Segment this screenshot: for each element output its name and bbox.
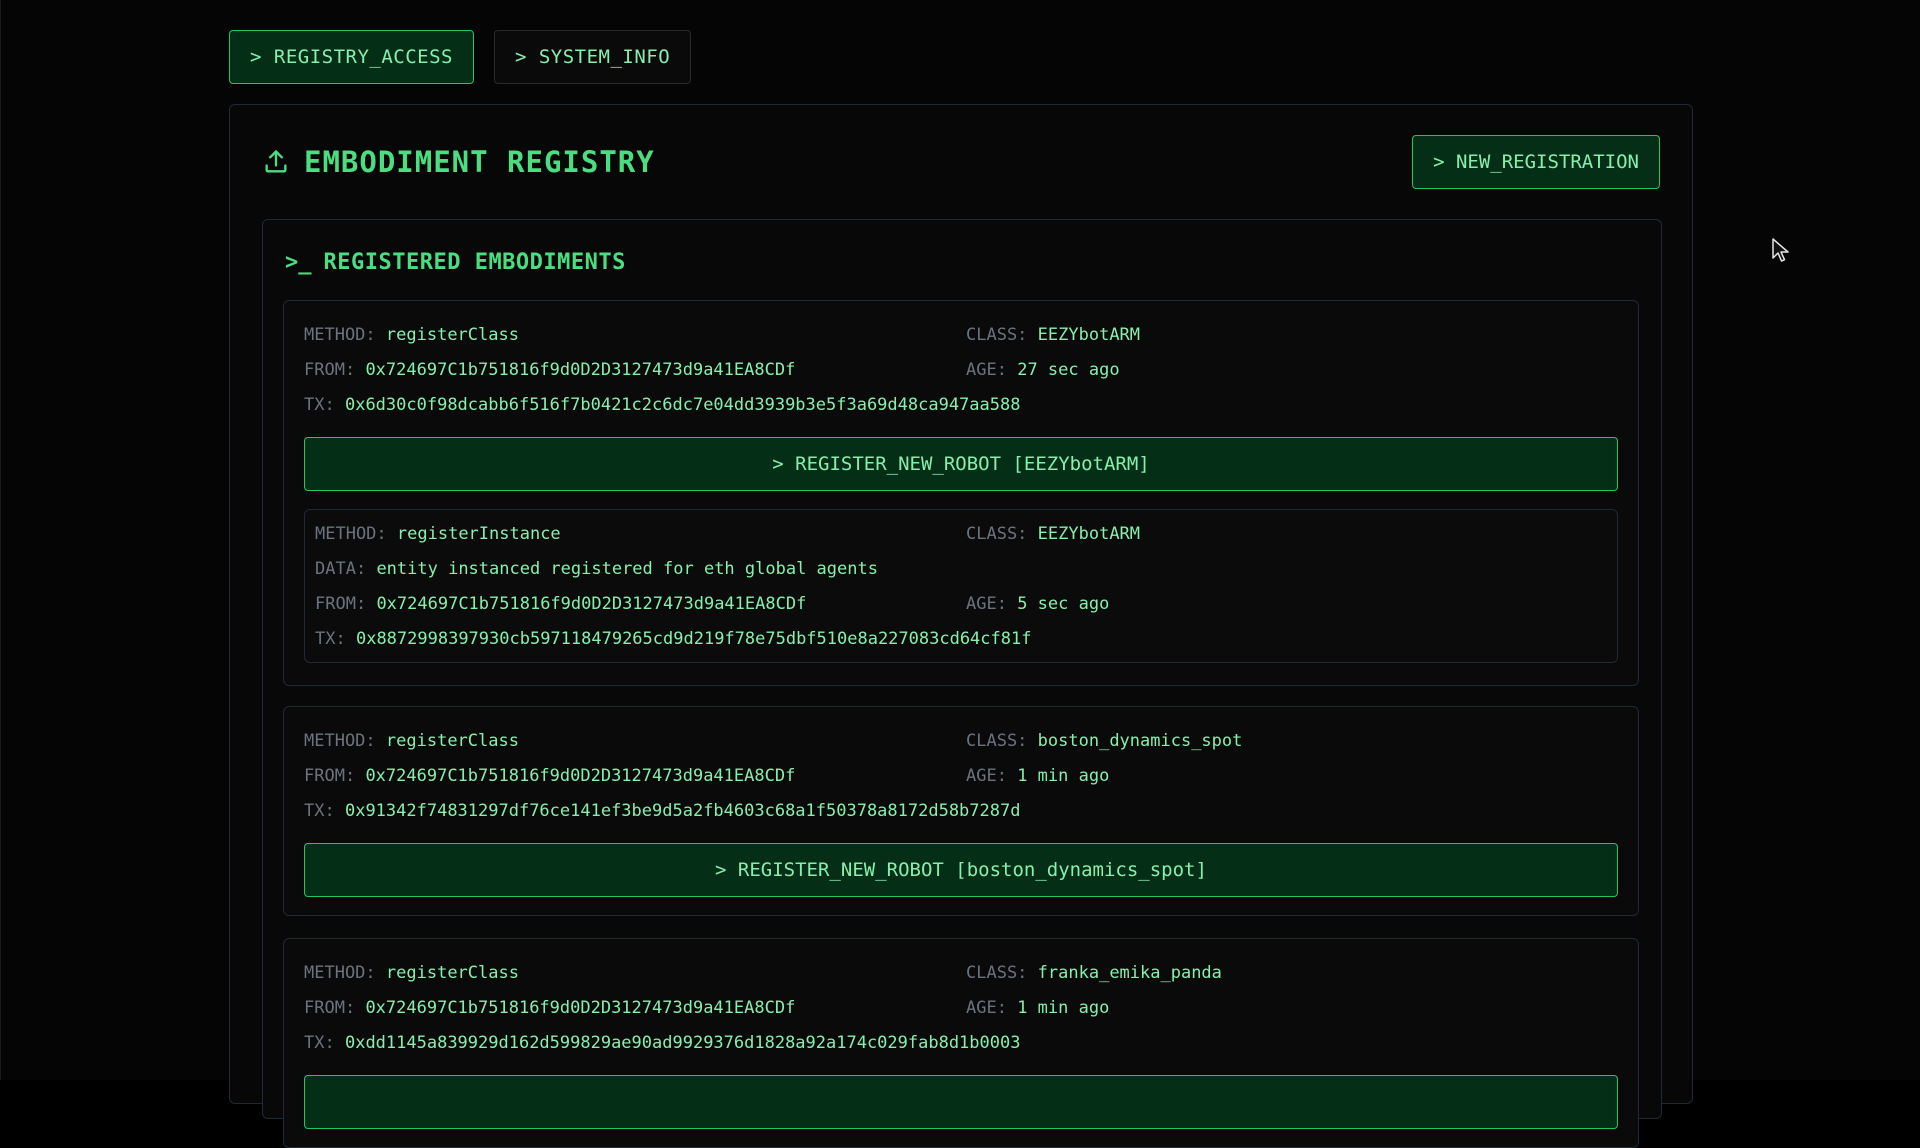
method-value: registerClass [385,325,519,345]
panel-header: EMBODIMENT REGISTRY > NEW_REGISTRATION [262,135,1660,189]
method-label: METHOD: [304,325,376,345]
method-row: METHOD: registerClass [304,325,519,345]
upload-icon [265,150,287,173]
class-value: EEZYbotARM [1037,524,1141,544]
register-new-robot-button[interactable]: > REGISTER_NEW_ROBOT [boston_dynamics_sp… [304,843,1618,897]
tx-label: TX: [304,1033,335,1053]
age-value: 5 sec ago [1017,594,1110,614]
tx-value: 0x8872998397930cb597118479265cd9d219f78e… [355,629,1032,649]
class-label: CLASS: [966,963,1028,983]
age-label: AGE: [966,360,1007,380]
age-row: AGE: 1 min ago [966,766,1109,786]
from-row: FROM: 0x724697C1b751816f9d0D2D3127473d9a… [304,998,795,1018]
tx-row: TX: 0x8872998397930cb597118479265cd9d219… [315,629,1031,649]
list-title-text: REGISTERED EMBODIMENTS [323,250,626,275]
terminal-prompt-icon: >_ [285,250,312,275]
tx-label: TX: [304,801,335,821]
data-label: DATA: [315,559,367,579]
from-label: FROM: [304,360,356,380]
age-value: 1 min ago [1017,998,1110,1018]
tx-value: 0xdd1145a839929d162d599829ae90ad9929376d… [344,1033,1021,1053]
class-label: CLASS: [966,524,1028,544]
tx-value: 0x91342f74831297df76ce141ef3be9d5a2fb460… [344,801,1021,821]
from-row: FROM: 0x724697C1b751816f9d0D2D3127473d9a… [304,360,795,380]
embodiment-card: METHOD: registerClass CLASS: boston_dyna… [283,706,1639,916]
age-label: AGE: [966,998,1007,1018]
age-label: AGE: [966,594,1007,614]
method-value: registerClass [385,963,519,983]
class-value: EEZYbotARM [1037,325,1141,345]
data-value: entity instanced registered for eth glob… [376,559,878,579]
tab-bar: > REGISTRY_ACCESS > SYSTEM_INFO [229,30,692,84]
tx-row: TX: 0x91342f74831297df76ce141ef3be9d5a2f… [304,801,1020,821]
from-value: 0x724697C1b751816f9d0D2D3127473d9a41EA8C… [365,998,796,1018]
registered-embodiments-list[interactable]: >_ REGISTERED EMBODIMENTS METHOD: regist… [262,219,1662,1148]
class-row: CLASS: EEZYbotARM [966,524,1140,544]
method-value: registerClass [385,731,519,751]
register-new-robot-button[interactable] [304,1075,1618,1129]
app-window: > REGISTRY_ACCESS > SYSTEM_INFO EMBODIME… [0,0,1920,1148]
from-value: 0x724697C1b751816f9d0D2D3127473d9a41EA8C… [365,766,796,786]
age-row: AGE: 1 min ago [966,998,1109,1018]
data-row: DATA: entity instanced registered for et… [315,559,878,579]
method-label: METHOD: [304,963,376,983]
age-label: AGE: [966,766,1007,786]
mouse-pointer-icon [1772,238,1789,262]
tx-label: TX: [304,395,335,415]
tab-system-info[interactable]: > SYSTEM_INFO [493,30,692,84]
register-new-robot-button[interactable]: > REGISTER_NEW_ROBOT [EEZYbotARM] [304,437,1618,491]
new-registration-button[interactable]: > NEW_REGISTRATION [1412,135,1660,189]
class-row: CLASS: EEZYbotARM [966,325,1140,345]
tx-row: TX: 0xdd1145a839929d162d599829ae90ad9929… [304,1033,1020,1053]
instance-card: METHOD: registerInstance CLASS: EEZYbotA… [304,509,1618,663]
method-row: METHOD: registerClass [304,963,519,983]
method-row: METHOD: registerInstance [315,524,561,544]
from-label: FROM: [315,594,367,614]
tab-registry-access[interactable]: > REGISTRY_ACCESS [229,30,474,84]
embodiment-card: METHOD: registerClass CLASS: franka_emik… [283,938,1639,1148]
age-row: AGE: 27 sec ago [966,360,1120,380]
panel-title-group: EMBODIMENT REGISTRY [262,145,655,179]
tx-label: TX: [315,629,346,649]
tx-value: 0x6d30c0f98dcabb6f516f7b0421c2c6dc7e04dd… [344,395,1021,415]
class-label: CLASS: [966,325,1028,345]
age-value: 27 sec ago [1017,360,1120,380]
registry-panel: EMBODIMENT REGISTRY > NEW_REGISTRATION >… [229,104,1693,1148]
tx-row: TX: 0x6d30c0f98dcabb6f516f7b0421c2c6dc7e… [304,395,1020,415]
class-value: boston_dynamics_spot [1037,731,1243,751]
from-label: FROM: [304,766,356,786]
from-row: FROM: 0x724697C1b751816f9d0D2D3127473d9a… [304,766,795,786]
method-row: METHOD: registerClass [304,731,519,751]
age-row: AGE: 5 sec ago [966,594,1109,614]
method-value: registerInstance [396,524,561,544]
method-label: METHOD: [304,731,376,751]
class-row: CLASS: boston_dynamics_spot [966,731,1242,751]
method-label: METHOD: [315,524,387,544]
age-value: 1 min ago [1017,766,1110,786]
from-label: FROM: [304,998,356,1018]
list-title: >_ REGISTERED EMBODIMENTS [285,250,626,275]
class-value: franka_emika_panda [1037,963,1222,983]
class-row: CLASS: franka_emika_panda [966,963,1222,983]
from-value: 0x724697C1b751816f9d0D2D3127473d9a41EA8C… [376,594,807,614]
page-title: EMBODIMENT REGISTRY [304,145,655,179]
from-row: FROM: 0x724697C1b751816f9d0D2D3127473d9a… [315,594,806,614]
class-label: CLASS: [966,731,1028,751]
embodiment-card: METHOD: registerClass CLASS: EEZYbotARM … [283,300,1639,686]
from-value: 0x724697C1b751816f9d0D2D3127473d9a41EA8C… [365,360,796,380]
